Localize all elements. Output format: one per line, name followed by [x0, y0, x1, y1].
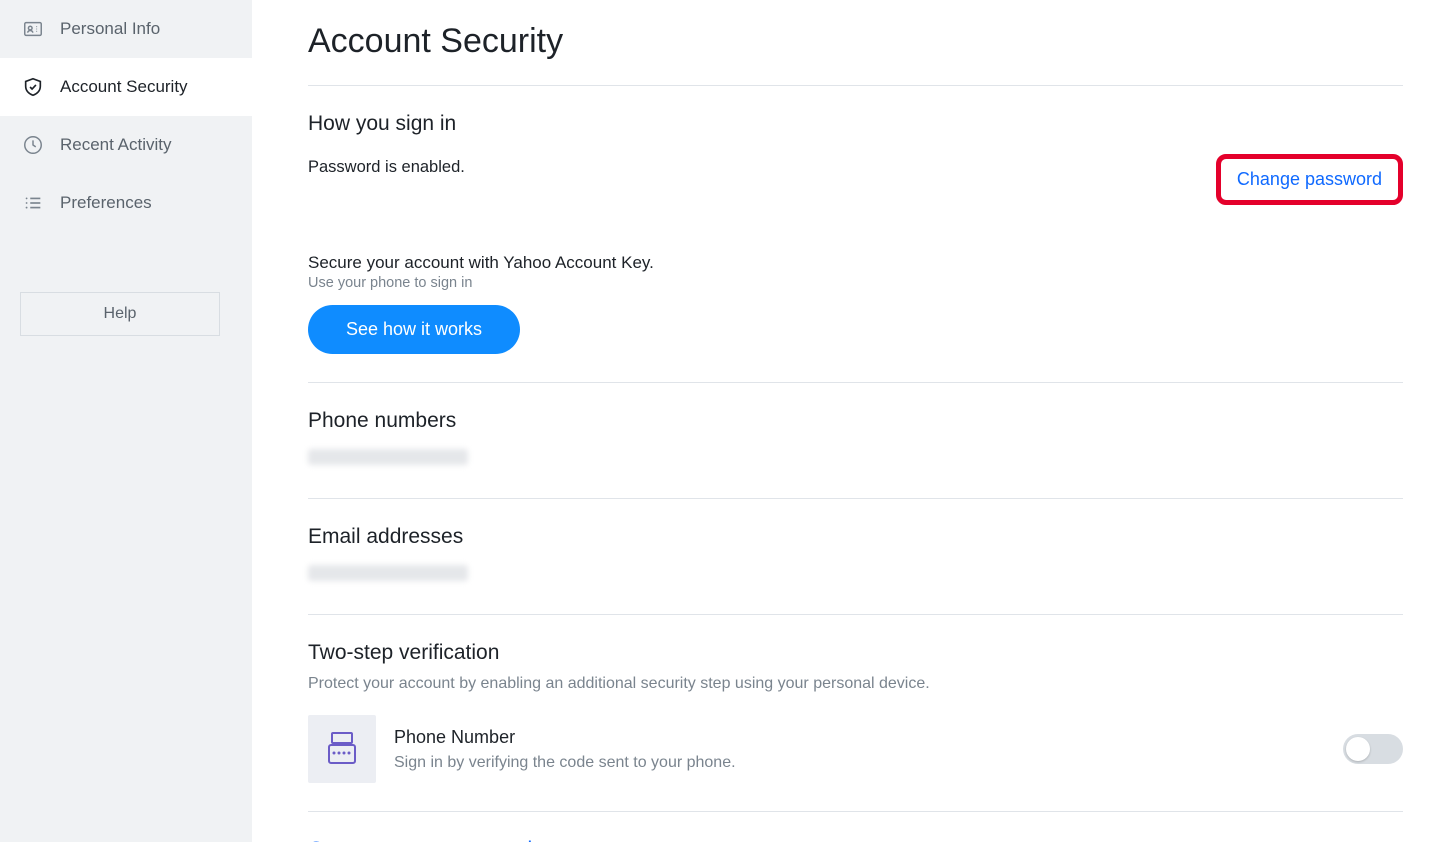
tsv-method-title: Phone Number — [394, 727, 736, 748]
signin-section: How you sign in Password is enabled. Cha… — [308, 86, 1403, 383]
account-key-cta-button[interactable]: See how it works — [308, 305, 520, 354]
shield-check-icon — [22, 76, 44, 98]
phone-numbers-heading: Phone numbers — [308, 409, 1403, 433]
account-key-sub: Use your phone to sign in — [308, 275, 1403, 291]
phone-numbers-section: Phone numbers — [308, 383, 1403, 499]
change-password-link[interactable]: Change password — [1237, 169, 1382, 189]
password-status: Password is enabled. — [308, 158, 465, 177]
phone-verification-icon — [308, 715, 376, 783]
email-addresses-section: Email addresses — [308, 499, 1403, 615]
tsv-toggle[interactable] — [1343, 734, 1403, 764]
sidebar-item-account-security[interactable]: Account Security — [0, 58, 252, 116]
clock-icon — [22, 134, 44, 156]
phone-number-redacted — [308, 449, 468, 465]
sidebar-item-personal-info[interactable]: Personal Info — [0, 0, 252, 58]
change-password-highlight: Change password — [1216, 154, 1403, 205]
tsv-heading: Two-step verification — [308, 641, 1403, 665]
sidebar-item-label: Personal Info — [60, 19, 160, 39]
sidebar-item-recent-activity[interactable]: Recent Activity — [0, 116, 252, 174]
id-card-icon — [22, 18, 44, 40]
account-key-block: Secure your account with Yahoo Account K… — [308, 253, 1403, 354]
sidebar-item-preferences[interactable]: Preferences — [0, 174, 252, 232]
sidebar-item-label: Account Security — [60, 77, 188, 97]
sidebar: Personal Info Account Security Recent Ac… — [0, 0, 252, 842]
help-button[interactable]: Help — [20, 292, 220, 336]
sidebar-item-label: Recent Activity — [60, 135, 172, 155]
email-address-redacted — [308, 565, 468, 581]
generate-app-password-link[interactable]: Generate app password — [308, 838, 532, 842]
two-step-verification-section: Two-step verification Protect your accou… — [308, 615, 1403, 812]
tsv-method-desc: Sign in by verifying the code sent to yo… — [394, 754, 736, 772]
page-title: Account Security — [308, 22, 1403, 86]
toggle-knob — [1346, 737, 1370, 761]
main-content: Account Security How you sign in Passwor… — [252, 0, 1439, 842]
email-addresses-heading: Email addresses — [308, 525, 1403, 549]
list-icon — [22, 192, 44, 214]
sidebar-item-label: Preferences — [60, 193, 152, 213]
tsv-description: Protect your account by enabling an addi… — [308, 675, 1403, 693]
app-password-section: Generate app password Create a one-time … — [308, 812, 1403, 842]
signin-heading: How you sign in — [308, 112, 1403, 136]
account-key-title: Secure your account with Yahoo Account K… — [308, 253, 1403, 273]
help-button-wrap: Help — [0, 232, 252, 336]
